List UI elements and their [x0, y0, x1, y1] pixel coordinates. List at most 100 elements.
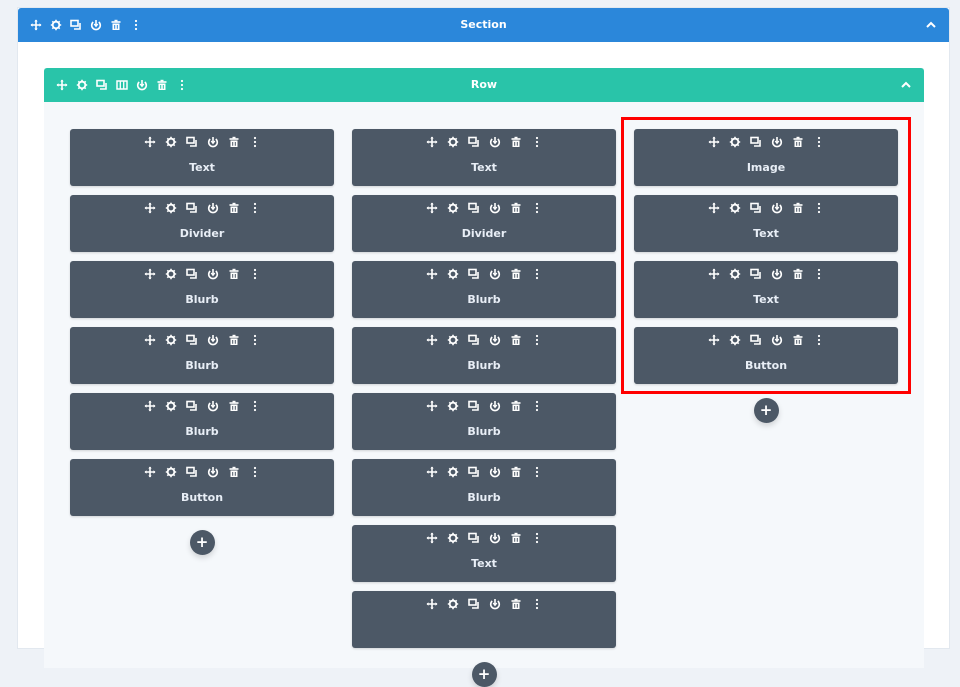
duplicate-icon[interactable]: [749, 202, 762, 214]
power-icon[interactable]: [489, 598, 501, 610]
trash-icon[interactable]: [792, 334, 804, 346]
more-icon[interactable]: [249, 202, 261, 214]
move-icon[interactable]: [144, 202, 156, 214]
move-icon[interactable]: [426, 202, 438, 214]
more-icon[interactable]: [531, 532, 543, 544]
more-icon[interactable]: [249, 268, 261, 280]
module[interactable]: Divider: [352, 195, 616, 252]
move-icon[interactable]: [708, 136, 720, 148]
settings-icon[interactable]: [447, 268, 459, 280]
settings-icon[interactable]: [447, 334, 459, 346]
move-icon[interactable]: [708, 334, 720, 346]
more-icon[interactable]: [531, 202, 543, 214]
power-icon[interactable]: [207, 466, 219, 478]
move-icon[interactable]: [426, 268, 438, 280]
duplicate-icon[interactable]: [749, 268, 762, 280]
move-icon[interactable]: [426, 532, 438, 544]
move-icon[interactable]: [426, 466, 438, 478]
more-icon[interactable]: [249, 466, 261, 478]
power-icon[interactable]: [489, 202, 501, 214]
more-icon[interactable]: [813, 334, 825, 346]
module[interactable]: Blurb: [352, 327, 616, 384]
trash-icon[interactable]: [792, 202, 804, 214]
module[interactable]: [352, 591, 616, 648]
move-icon[interactable]: [708, 268, 720, 280]
module[interactable]: Text: [634, 261, 898, 318]
trash-icon[interactable]: [510, 400, 522, 412]
more-icon[interactable]: [531, 268, 543, 280]
settings-icon[interactable]: [729, 334, 741, 346]
power-icon[interactable]: [207, 334, 219, 346]
more-icon[interactable]: [813, 202, 825, 214]
more-icon[interactable]: [531, 334, 543, 346]
power-icon[interactable]: [207, 268, 219, 280]
move-icon[interactable]: [144, 400, 156, 412]
trash-icon[interactable]: [228, 136, 240, 148]
more-icon[interactable]: [249, 334, 261, 346]
module[interactable]: Blurb: [70, 261, 334, 318]
settings-icon[interactable]: [165, 466, 177, 478]
move-icon[interactable]: [144, 268, 156, 280]
trash-icon[interactable]: [510, 136, 522, 148]
power-icon[interactable]: [771, 334, 783, 346]
add-module-button[interactable]: +: [471, 662, 497, 687]
settings-icon[interactable]: [447, 202, 459, 214]
settings-icon[interactable]: [165, 334, 177, 346]
module[interactable]: Blurb: [70, 327, 334, 384]
power-icon[interactable]: [489, 334, 501, 346]
power-icon[interactable]: [489, 400, 501, 412]
trash-icon[interactable]: [228, 466, 240, 478]
move-icon[interactable]: [144, 466, 156, 478]
trash-icon[interactable]: [228, 400, 240, 412]
move-icon[interactable]: [708, 202, 720, 214]
power-icon[interactable]: [489, 136, 501, 148]
move-icon[interactable]: [426, 334, 438, 346]
duplicate-icon[interactable]: [467, 598, 480, 610]
module[interactable]: Text: [634, 195, 898, 252]
settings-icon[interactable]: [165, 202, 177, 214]
power-icon[interactable]: [489, 466, 501, 478]
more-icon[interactable]: [531, 466, 543, 478]
trash-icon[interactable]: [510, 598, 522, 610]
trash-icon[interactable]: [792, 268, 804, 280]
module[interactable]: Image: [634, 129, 898, 186]
section-header[interactable]: Section: [18, 8, 949, 42]
module[interactable]: Blurb: [70, 393, 334, 450]
move-icon[interactable]: [426, 598, 438, 610]
trash-icon[interactable]: [228, 268, 240, 280]
more-icon[interactable]: [813, 136, 825, 148]
module[interactable]: Text: [70, 129, 334, 186]
more-icon[interactable]: [531, 598, 543, 610]
settings-icon[interactable]: [729, 136, 741, 148]
module[interactable]: Text: [352, 525, 616, 582]
settings-icon[interactable]: [447, 400, 459, 412]
duplicate-icon[interactable]: [467, 268, 480, 280]
move-icon[interactable]: [144, 136, 156, 148]
duplicate-icon[interactable]: [467, 466, 480, 478]
power-icon[interactable]: [207, 400, 219, 412]
settings-icon[interactable]: [165, 136, 177, 148]
duplicate-icon[interactable]: [467, 136, 480, 148]
trash-icon[interactable]: [228, 334, 240, 346]
power-icon[interactable]: [771, 202, 783, 214]
trash-icon[interactable]: [228, 202, 240, 214]
settings-icon[interactable]: [447, 532, 459, 544]
power-icon[interactable]: [207, 136, 219, 148]
power-icon[interactable]: [771, 268, 783, 280]
add-module-button[interactable]: +: [753, 398, 779, 423]
settings-icon[interactable]: [729, 268, 741, 280]
move-icon[interactable]: [426, 136, 438, 148]
duplicate-icon[interactable]: [185, 268, 198, 280]
duplicate-icon[interactable]: [467, 532, 480, 544]
duplicate-icon[interactable]: [467, 400, 480, 412]
duplicate-icon[interactable]: [467, 202, 480, 214]
module[interactable]: Button: [70, 459, 334, 516]
settings-icon[interactable]: [165, 400, 177, 412]
settings-icon[interactable]: [165, 268, 177, 280]
settings-icon[interactable]: [729, 202, 741, 214]
trash-icon[interactable]: [510, 334, 522, 346]
settings-icon[interactable]: [447, 466, 459, 478]
module[interactable]: Blurb: [352, 459, 616, 516]
row-header[interactable]: Row: [44, 68, 924, 102]
more-icon[interactable]: [531, 136, 543, 148]
